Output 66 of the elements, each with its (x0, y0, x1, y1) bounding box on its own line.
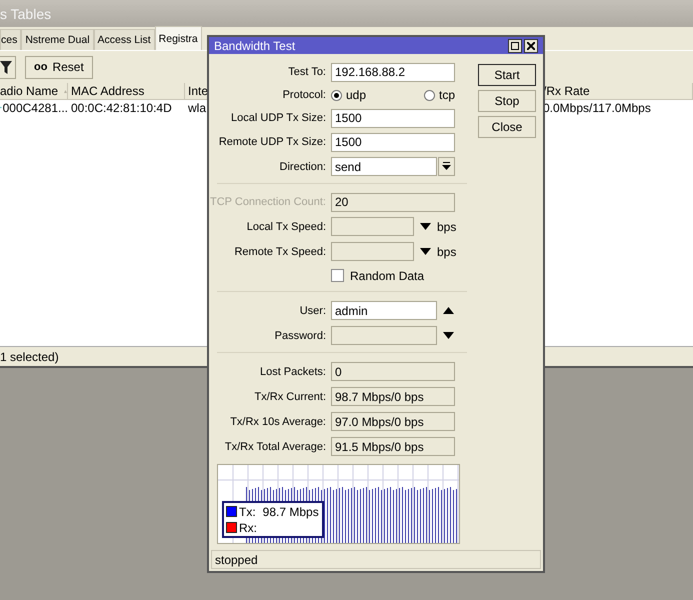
filter-button[interactable] (0, 56, 16, 78)
checkbox-label: Random Data (350, 268, 424, 283)
down-arrow-icon[interactable] (420, 223, 431, 230)
dialog-button[interactable]: Start (478, 64, 536, 86)
column-header[interactable]: adio Name (0, 83, 68, 100)
status-text: stopped (215, 552, 258, 567)
field-label: Test To: (288, 66, 326, 78)
dialog-title: Bandwidth Test (214, 38, 296, 53)
dropdown-field[interactable]: send (331, 157, 437, 176)
readout-field[interactable]: 98.7 Mbps/0 bps (331, 387, 455, 406)
field-label: Remote Tx Speed: (234, 246, 326, 258)
readout-field[interactable]: 91.5 Mbps/0 bps (331, 437, 455, 456)
reset-button[interactable]: oo Reset (25, 56, 93, 78)
down-arrow-icon[interactable] (420, 248, 431, 256)
table-cell: 000C4281... (2, 100, 68, 114)
field-label: Remote UDP Tx Size: (218, 136, 326, 148)
legend-reading: 98.7 Mbps (262, 504, 319, 519)
field-label: Tx/Rx Total Average: (224, 440, 326, 453)
unit-label: bps (437, 220, 456, 234)
field-label: User: (300, 304, 326, 317)
window-title: s Tables (0, 6, 52, 22)
input-field[interactable]: admin (331, 301, 437, 320)
input-field[interactable] (331, 217, 414, 236)
checkbox[interactable] (331, 269, 344, 282)
radio-option[interactable]: udp (331, 88, 366, 102)
legend-label: Tx: (239, 504, 256, 519)
tab[interactable]: Registra (154, 26, 202, 50)
field-label: Tx/Rx Current: (254, 390, 326, 403)
table-cell: wla (188, 100, 206, 114)
table-cell: 0.0Mbps/117.0Mbps (543, 100, 651, 114)
field-label: TCP Connection Count: (210, 196, 326, 208)
field-label: Lost Packets: (260, 366, 326, 378)
radio-button[interactable] (424, 90, 435, 101)
field-label: Direction: (280, 160, 326, 173)
field-label: Password: (274, 330, 326, 342)
field-label: Local Tx Speed: (246, 220, 326, 233)
input-field[interactable]: 1500 (331, 108, 455, 128)
radio-label: tcp (438, 88, 455, 102)
dropdown-button[interactable] (438, 157, 455, 176)
column-header[interactable]: MAC Address (68, 83, 185, 100)
radio-label: udp (346, 88, 366, 102)
input-field[interactable] (331, 326, 437, 346)
dialog-button[interactable]: Stop (478, 90, 536, 112)
close-button[interactable] (524, 38, 538, 53)
readout-field[interactable]: 0 (331, 362, 455, 382)
readout-field[interactable]: 97.0 Mbps/0 bps (331, 412, 455, 432)
radio-option[interactable]: tcp (424, 88, 455, 102)
legend-label: Rx: (239, 520, 257, 535)
input-field[interactable] (331, 242, 414, 262)
table-cell: 00:0C:42:81:10:4D (71, 100, 172, 114)
radio-button[interactable] (331, 90, 342, 101)
up-arrow-icon[interactable] (443, 307, 454, 314)
unit-label: bps (437, 244, 456, 259)
field-label: Local UDP Tx Size: (231, 112, 326, 124)
field-label: Tx/Rx 10s Average: (230, 416, 326, 428)
tab[interactable]: Nstreme Dual (21, 29, 94, 50)
field-label: Protocol: (282, 89, 326, 102)
maximize-button[interactable] (508, 38, 522, 53)
input-field[interactable]: 192.168.88.2 (331, 62, 455, 82)
tab[interactable]: Access List (94, 29, 155, 50)
dropdown-arrow-icon (442, 162, 451, 172)
down-arrow-icon[interactable] (443, 332, 454, 340)
dialog-button[interactable]: Close (478, 116, 536, 138)
status-text: 1 selected) (0, 350, 59, 364)
tab[interactable]: ces (0, 29, 22, 50)
input-field[interactable]: 1500 (331, 132, 455, 152)
